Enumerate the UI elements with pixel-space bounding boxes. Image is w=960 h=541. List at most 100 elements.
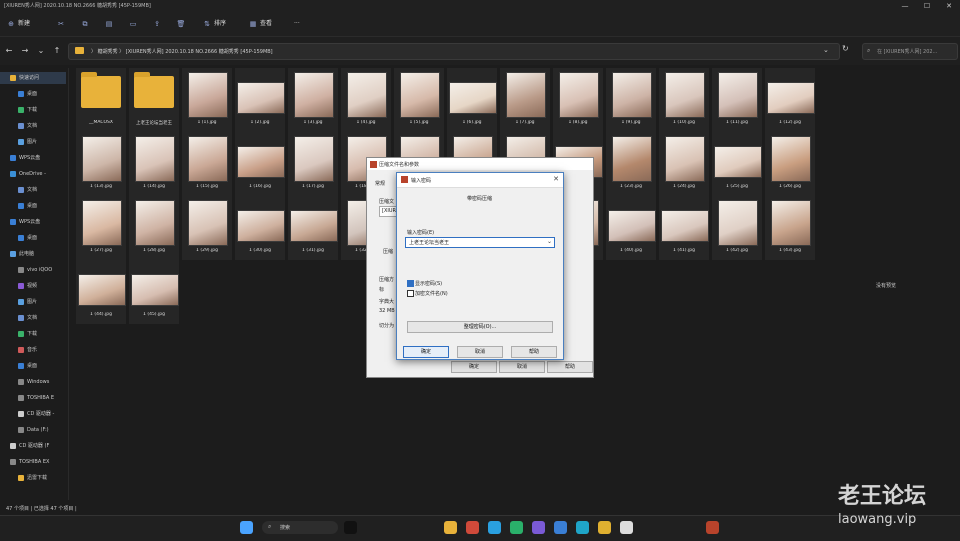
winrar-icon[interactable] [706, 521, 719, 534]
image-file-item[interactable]: 1 (7).jpg [500, 68, 550, 132]
image-file-item[interactable]: 1 (9).jpg [606, 68, 656, 132]
sidebar-item[interactable]: 图片 [0, 136, 66, 148]
close-button[interactable]: ✕ [938, 0, 960, 12]
image-file-item[interactable]: 1 (45).jpg [129, 260, 179, 324]
rename-icon[interactable]: ▭ [128, 19, 138, 29]
image-file-item[interactable]: 1 (28).jpg [129, 196, 179, 260]
ok-button[interactable]: 确定 [403, 346, 449, 358]
app-purple-icon[interactable] [532, 521, 545, 534]
image-file-item[interactable]: 1 (1).jpg [182, 68, 232, 132]
sidebar-item[interactable]: 文档 [0, 184, 66, 196]
tab-general[interactable]: 常规 [375, 180, 385, 187]
maximize-button[interactable]: ☐ [916, 0, 938, 12]
up-button[interactable]: ↑ [52, 45, 62, 57]
recent-locations-button[interactable]: ⌄ [36, 45, 46, 57]
close-icon[interactable]: ✕ [553, 175, 559, 183]
sidebar-item[interactable]: OneDrive - [0, 168, 66, 180]
sidebar-item[interactable]: 视频 [0, 280, 66, 292]
image-file-item[interactable]: 1 (27).jpg [76, 196, 126, 260]
image-file-item[interactable]: 1 (26).jpg [765, 132, 815, 196]
sidebar-item[interactable]: 快速访问 [0, 72, 66, 84]
sidebar-item[interactable]: Windows [0, 376, 66, 388]
image-file-item[interactable]: 1 (29).jpg [182, 196, 232, 260]
sidebar-item[interactable]: 桌面 [0, 232, 66, 244]
image-file-item[interactable]: 1 (6).jpg [447, 68, 497, 132]
sidebar-item[interactable]: 桌面 [0, 360, 66, 372]
chevron-down-icon[interactable]: ⌄ [547, 238, 552, 245]
minimize-button[interactable]: — [894, 0, 916, 12]
sidebar-item[interactable]: 下载 [0, 328, 66, 340]
image-file-item[interactable]: 1 (2).jpg [235, 68, 285, 132]
refresh-button[interactable]: ↻ [842, 44, 849, 53]
app-blue-icon[interactable] [554, 521, 567, 534]
folder-item[interactable]: __MACOSX [76, 68, 126, 132]
image-file-item[interactable]: 1 (15).jpg [182, 132, 232, 196]
image-file-item[interactable]: 1 (10).jpg [659, 68, 709, 132]
telegram-icon[interactable] [488, 521, 501, 534]
forward-button[interactable]: → [20, 45, 30, 57]
sidebar-item[interactable]: 桌面 [0, 88, 66, 100]
sidebar-item[interactable]: CD 驱动器 - [0, 408, 66, 420]
sidebar-item[interactable]: TOSHIBA EX [0, 456, 66, 468]
image-file-item[interactable]: 1 (8).jpg [553, 68, 603, 132]
folder-item[interactable]: 上老王论坛当老王 [129, 68, 179, 132]
show-password-checkbox[interactable] [407, 280, 414, 287]
image-file-item[interactable]: 1 (13).jpg [76, 132, 126, 196]
folder-icon[interactable] [444, 521, 457, 534]
image-file-item[interactable]: 1 (24).jpg [659, 132, 709, 196]
image-file-item[interactable]: 1 (31).jpg [288, 196, 338, 260]
sidebar-item[interactable]: WPS云盘 [0, 152, 66, 164]
sidebar-item[interactable]: CD 驱动器 (F [0, 440, 66, 452]
archive-cancel-button[interactable]: 取消 [499, 361, 545, 373]
password-input[interactable]: 上老王论坛当老王 ⌄ [405, 237, 555, 248]
sort-button[interactable]: 排序 [214, 18, 226, 30]
image-file-item[interactable]: 1 (11).jpg [712, 68, 762, 132]
sidebar-item[interactable]: 下载 [0, 104, 66, 116]
encrypt-filenames-checkbox[interactable] [407, 290, 414, 297]
sidebar-item[interactable]: vivo iQOO [0, 264, 66, 276]
help-button[interactable]: 帮助 [511, 346, 557, 358]
cut-icon[interactable]: ✂ [56, 19, 66, 29]
copy-icon[interactable]: ⧉ [80, 19, 90, 29]
start-icon[interactable] [240, 521, 253, 534]
address-dropdown-button[interactable]: ⌄ [823, 46, 829, 54]
image-file-item[interactable]: 1 (42).jpg [712, 196, 762, 260]
more-button[interactable]: ··· [294, 18, 300, 30]
sidebar-item[interactable]: 桌面 [0, 200, 66, 212]
app-white-icon[interactable] [620, 521, 633, 534]
image-file-item[interactable]: 1 (4).jpg [341, 68, 391, 132]
app-green-icon[interactable] [510, 521, 523, 534]
search-box[interactable]: ⌕ 在 [XIUREN秀人网] 202... [862, 43, 958, 60]
sidebar-item[interactable]: TOSHIBA E [0, 392, 66, 404]
image-file-item[interactable]: 1 (30).jpg [235, 196, 285, 260]
sidebar-item[interactable]: 迅雷下载 [0, 472, 66, 484]
app-red-icon[interactable] [466, 521, 479, 534]
sidebar-item[interactable]: 文档 [0, 120, 66, 132]
edge-icon[interactable] [576, 521, 589, 534]
image-file-item[interactable]: 1 (14).jpg [129, 132, 179, 196]
sidebar-item[interactable]: 此电脑 [0, 248, 66, 260]
archive-ok-button[interactable]: 确定 [451, 361, 497, 373]
image-file-item[interactable]: 1 (17).jpg [288, 132, 338, 196]
tiktok-icon[interactable] [344, 521, 357, 534]
sidebar-item[interactable]: Data (F:) [0, 424, 66, 436]
delete-icon[interactable]: 🗑 [176, 19, 186, 29]
image-file-item[interactable]: 1 (25).jpg [712, 132, 762, 196]
back-button[interactable]: ← [4, 45, 14, 57]
sidebar-item[interactable]: WPS云盘 [0, 216, 66, 228]
image-file-item[interactable]: 1 (41).jpg [659, 196, 709, 260]
cancel-button[interactable]: 取消 [457, 346, 503, 358]
image-file-item[interactable]: 1 (3).jpg [288, 68, 338, 132]
image-file-item[interactable]: 1 (23).jpg [606, 132, 656, 196]
image-file-item[interactable]: 1 (16).jpg [235, 132, 285, 196]
share-icon[interactable]: ⇪ [152, 19, 162, 29]
sidebar-item[interactable]: 图片 [0, 296, 66, 308]
image-file-item[interactable]: 1 (5).jpg [394, 68, 444, 132]
address-bar[interactable]: 〉 糖胡秀秀 〉 [XIUREN秀人网] 2020.10.18 NO.2666 … [68, 43, 840, 60]
archive-help-button[interactable]: 帮助 [547, 361, 593, 373]
new-button[interactable]: 新建 [18, 18, 30, 30]
paste-icon[interactable]: ▤ [104, 19, 114, 29]
sidebar-item[interactable]: 文档 [0, 312, 66, 324]
image-file-item[interactable]: 1 (12).jpg [765, 68, 815, 132]
organize-passwords-button[interactable]: 整理密码(O)... [407, 321, 553, 333]
